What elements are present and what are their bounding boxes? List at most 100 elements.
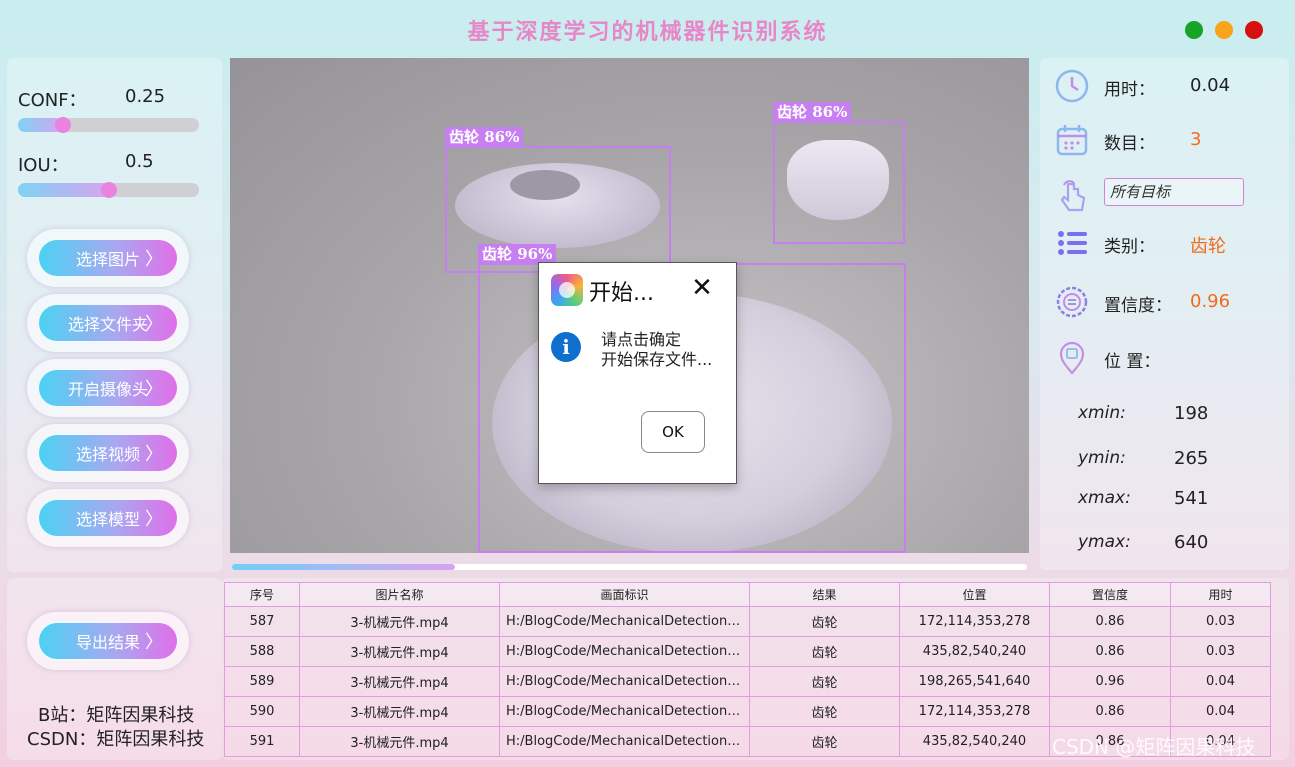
target-select[interactable]: 所有目标	[1104, 178, 1244, 206]
dialog-title: 开始...	[589, 281, 654, 306]
cell-confidence: 0.86	[1049, 606, 1171, 637]
app-logo-icon	[551, 274, 583, 306]
cell-frame: H:/BlogCode/MechanicalDetection/t...	[499, 636, 750, 667]
iou-slider-fill	[18, 183, 109, 197]
detection-label-1: 齿轮 86%	[445, 127, 524, 147]
cell-index: 587	[224, 606, 300, 637]
chevron-right-icon: 〉	[145, 379, 163, 400]
position-row: 位 置：	[1040, 338, 1289, 378]
position-label: 位 置：	[1104, 352, 1161, 372]
close-button[interactable]	[1245, 21, 1263, 39]
cell-name: 3-机械元件.mp4	[299, 606, 500, 637]
message-dialog: 开始... ✕ i 请点击确定 开始保存文件... OK	[538, 262, 737, 484]
time-row: 用时： 0.04	[1040, 66, 1289, 106]
export-panel: 导出结果〉 B站：矩阵因果科技 CSDN：矩阵因果科技	[7, 578, 222, 760]
count-label: 数目：	[1104, 134, 1155, 154]
select-folder-button[interactable]: 选择文件夹〉	[37, 303, 179, 343]
dialog-message: 请点击确定 开始保存文件...	[601, 330, 712, 370]
header-confidence[interactable]: 置信度	[1049, 582, 1171, 607]
select-image-button-wrap: 选择图片〉	[27, 229, 189, 287]
header-result[interactable]: 结果	[749, 582, 900, 607]
header-frame[interactable]: 画面标识	[499, 582, 750, 607]
minimize-button[interactable]	[1215, 21, 1233, 39]
open-camera-button-wrap: 开启摄像头〉	[27, 359, 189, 417]
iou-slider[interactable]	[18, 182, 199, 198]
count-value: 3	[1190, 129, 1202, 150]
calendar-icon	[1056, 125, 1088, 156]
header-time[interactable]: 用时	[1170, 582, 1271, 607]
table-row[interactable]: 590 3-机械元件.mp4 H:/BlogCode/MechanicalDet…	[224, 696, 1271, 727]
header-index[interactable]: 序号	[224, 582, 300, 607]
xmax-label: xmax:	[1078, 488, 1131, 508]
dialog-message-line-2: 开始保存文件...	[601, 350, 713, 369]
xmin-value: 198	[1174, 403, 1209, 424]
export-button-wrap: 导出结果〉	[27, 612, 189, 670]
info-panel: 用时： 0.04 数目： 3 所有目标 类别： 齿轮 置信度： 0.96 位 置…	[1040, 58, 1289, 570]
chevron-right-icon: 〉	[145, 314, 163, 335]
cell-frame: H:/BlogCode/MechanicalDetection/t...	[499, 696, 750, 727]
gear-badge-icon	[1056, 286, 1088, 318]
cell-confidence: 0.86	[1049, 696, 1171, 727]
pointer-hand-icon	[1060, 180, 1086, 212]
table-row[interactable]: 589 3-机械元件.mp4 H:/BlogCode/MechanicalDet…	[224, 666, 1271, 697]
confidence-row: 置信度： 0.96	[1040, 282, 1289, 322]
ok-button[interactable]: OK	[641, 411, 705, 453]
xmax-value: 541	[1174, 488, 1209, 509]
confidence-label: 置信度：	[1104, 296, 1172, 316]
class-row: 类别： 齿轮	[1040, 223, 1289, 263]
cell-result: 齿轮	[749, 726, 900, 757]
ymin-value: 265	[1174, 448, 1209, 469]
csdn-credit: CSDN：矩阵因果科技	[27, 729, 205, 750]
bilibili-credit: B站：矩阵因果科技	[38, 705, 195, 726]
detection-box-2: 齿轮 86%	[773, 102, 905, 244]
ymax-label: ymax:	[1078, 532, 1131, 552]
cell-result: 齿轮	[749, 696, 900, 727]
conf-slider[interactable]	[18, 117, 199, 133]
video-progress-bar[interactable]	[232, 564, 1027, 570]
cell-time: 0.04	[1170, 666, 1271, 697]
cell-result: 齿轮	[749, 606, 900, 637]
detection-label-3: 齿轮 96%	[478, 244, 557, 264]
class-label: 类别：	[1104, 237, 1155, 257]
iou-slider-handle[interactable]	[100, 182, 117, 198]
time-label: 用时：	[1104, 80, 1155, 100]
target-row: 所有目标	[1040, 176, 1289, 216]
select-image-button[interactable]: 选择图片〉	[37, 238, 179, 278]
chevron-right-icon: 〉	[145, 509, 163, 530]
iou-value: 0.5	[125, 151, 154, 172]
cell-index: 588	[224, 636, 300, 667]
time-value: 0.04	[1190, 75, 1231, 96]
dialog-message-line-1: 请点击确定	[601, 330, 682, 349]
select-video-button[interactable]: 选择视频〉	[37, 433, 179, 473]
conf-label: CONF：	[18, 90, 87, 111]
select-model-button[interactable]: 选择模型〉	[37, 498, 179, 538]
export-button[interactable]: 导出结果〉	[37, 621, 179, 661]
maximize-button[interactable]	[1185, 21, 1203, 39]
control-panel: CONF： 0.25 IOU： 0.5 选择图片〉 选择文件夹〉 开启摄像头〉 …	[7, 58, 222, 572]
table-row[interactable]: 587 3-机械元件.mp4 H:/BlogCode/MechanicalDet…	[224, 606, 1271, 637]
confidence-value: 0.96	[1190, 291, 1231, 312]
cell-frame: H:/BlogCode/MechanicalDetection/t...	[499, 666, 750, 697]
conf-slider-handle[interactable]	[55, 117, 72, 133]
chevron-right-icon: 〉	[145, 444, 163, 465]
header-position[interactable]: 位置	[899, 582, 1050, 607]
xmin-label: xmin:	[1078, 403, 1126, 423]
cell-time: 0.04	[1170, 696, 1271, 727]
cell-time: 0.03	[1170, 636, 1271, 667]
cell-frame: H:/BlogCode/MechanicalDetection/t...	[499, 606, 750, 637]
chevron-right-icon: 〉	[145, 249, 163, 270]
open-camera-button[interactable]: 开启摄像头〉	[37, 368, 179, 408]
dialog-close-icon[interactable]: ✕	[687, 273, 717, 303]
header-name[interactable]: 图片名称	[299, 582, 500, 607]
select-video-button-wrap: 选择视频〉	[27, 424, 189, 482]
cell-name: 3-机械元件.mp4	[299, 696, 500, 727]
conf-value: 0.25	[125, 86, 166, 107]
cell-name: 3-机械元件.mp4	[299, 726, 500, 757]
detection-label-2: 齿轮 86%	[773, 102, 852, 122]
cell-confidence: 0.86	[1049, 636, 1171, 667]
table-row[interactable]: 588 3-机械元件.mp4 H:/BlogCode/MechanicalDet…	[224, 636, 1271, 667]
cell-time: 0.03	[1170, 606, 1271, 637]
video-progress-fill	[232, 564, 455, 570]
cell-index: 590	[224, 696, 300, 727]
cell-position: 172,114,353,278	[899, 696, 1050, 727]
